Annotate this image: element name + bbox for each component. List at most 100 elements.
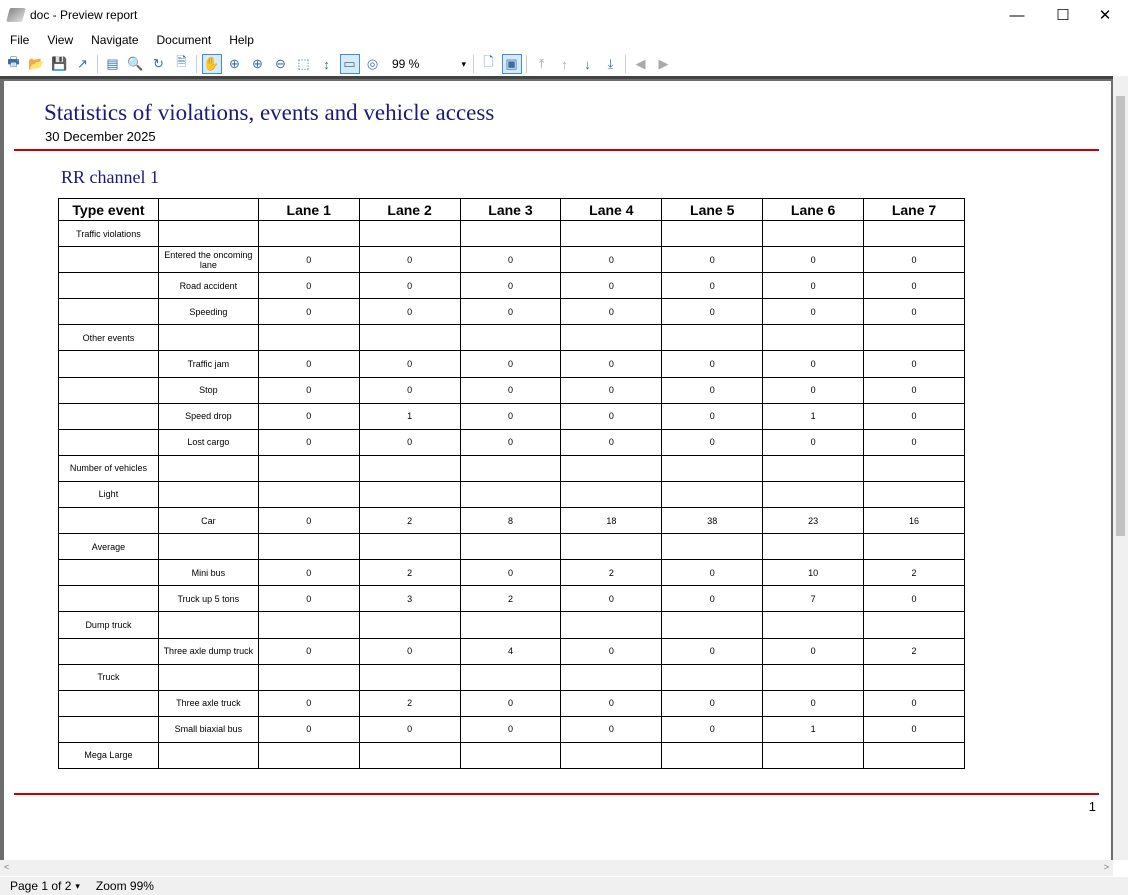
event-subtype-cell: [157, 324, 259, 352]
menu-document[interactable]: Document: [147, 31, 220, 51]
next-page-icon[interactable]: ↓: [578, 54, 598, 74]
lane-value-cell: 0: [257, 585, 360, 613]
lane-value-cell: 0: [661, 689, 764, 717]
scroll-thumb[interactable]: [1116, 96, 1125, 536]
lane-value-cell: 0: [661, 376, 764, 404]
multi-page-icon[interactable]: ▣: [501, 54, 522, 74]
scroll-right-icon[interactable]: >: [1104, 862, 1109, 872]
event-subtype-cell: Mini bus: [157, 559, 259, 587]
event-type-cell: Dump truck: [58, 611, 159, 639]
fit-page-icon[interactable]: ▭: [339, 54, 360, 74]
event-subtype-cell: [157, 663, 259, 691]
preview-icon[interactable]: 🗎: [172, 54, 192, 74]
scroll-left-icon[interactable]: <: [4, 862, 9, 872]
lane-value-cell: 0: [863, 402, 965, 430]
lane-value-cell: [762, 741, 865, 769]
lane-value-cell: [762, 454, 865, 482]
table-row: Small biaxial bus 0 0 0 0 0 1 0: [58, 715, 965, 743]
lane-value-cell: 0: [762, 350, 865, 378]
first-page-icon[interactable]: ⤒: [532, 54, 552, 74]
table-row: Speeding 0 0 0 0 0 0 0: [58, 298, 965, 326]
zoom-100-icon[interactable]: ◎: [363, 54, 383, 74]
app-icon: [6, 8, 26, 22]
lane-value-cell: 0: [560, 585, 663, 613]
lane-value-cell: [358, 741, 461, 769]
event-type-cell: [58, 298, 159, 326]
zoom-out-icon[interactable]: ⊖: [271, 54, 291, 74]
lane-value-cell: [863, 741, 965, 769]
lane-value-cell: [762, 611, 865, 639]
event-type-cell: Traffic violations: [58, 219, 159, 248]
channel-heading: RR channel 1: [61, 167, 159, 187]
menu-file[interactable]: File: [0, 31, 37, 51]
window-title: doc - Preview report: [30, 8, 138, 22]
zoom-in-icon[interactable]: ⊕: [248, 54, 268, 74]
lane-value-cell: 0: [863, 350, 965, 378]
zoom-icon[interactable]: ⊕: [225, 54, 245, 74]
page-indicator[interactable]: Page 1 of 2: [10, 879, 71, 893]
horizontal-scrollbar[interactable]: < >: [0, 860, 1113, 876]
lane-value-cell: [863, 454, 965, 482]
zoom-dropdown-icon[interactable]: ▾: [461, 59, 466, 70]
export-icon[interactable]: ↗: [73, 54, 93, 74]
table-row: Number of vehicles: [58, 454, 965, 482]
lane-value-cell: 0: [257, 350, 360, 378]
lane-value-cell: [257, 663, 360, 691]
open-icon[interactable]: 📂: [27, 54, 47, 74]
column-header: Lane 4: [560, 198, 663, 221]
table-row: Road accident 0 0 0 0 0 0 0: [58, 272, 965, 300]
report-page: Statistics of violations, events and veh…: [4, 81, 1111, 871]
table-row: Lost cargo 0 0 0 0 0 0 0: [58, 428, 965, 456]
menu-help[interactable]: Help: [219, 31, 262, 51]
lane-value-cell: [459, 611, 562, 639]
vertical-scrollbar[interactable]: [1113, 76, 1128, 860]
preview-area: Statistics of violations, events and veh…: [0, 76, 1113, 871]
lane-value-cell: 0: [762, 689, 865, 717]
back-icon[interactable]: ◀: [631, 54, 651, 74]
table-row: Traffic jam 0 0 0 0 0 0 0: [58, 350, 965, 378]
lane-value-cell: [257, 611, 360, 639]
maximize-button[interactable]: ☐: [1040, 0, 1086, 30]
save-icon[interactable]: 💾: [50, 54, 70, 74]
lane-value-cell: 0: [661, 350, 764, 378]
page-setup-icon[interactable]: ▤: [103, 54, 123, 74]
lane-value-cell: [863, 611, 965, 639]
lane-value-cell: 0: [863, 298, 965, 326]
zoom-rect-icon[interactable]: ⬚: [294, 54, 314, 74]
fit-width-icon[interactable]: ↕: [317, 54, 337, 74]
lane-value-cell: 0: [257, 376, 360, 404]
page-dropdown-icon[interactable]: ▾: [75, 881, 80, 892]
menu-navigate[interactable]: Navigate: [81, 31, 146, 51]
menu-view[interactable]: View: [37, 31, 81, 51]
refresh-icon[interactable]: ↻: [149, 54, 169, 74]
lane-value-cell: 0: [661, 559, 764, 587]
close-button[interactable]: ✕: [1082, 0, 1128, 30]
lane-value-cell: [459, 454, 562, 482]
forward-icon[interactable]: ▶: [654, 54, 674, 74]
lane-value-cell: 2: [863, 637, 965, 665]
lane-value-cell: 4: [459, 637, 562, 665]
lane-value-cell: 0: [257, 428, 360, 456]
single-page-icon[interactable]: 🗋: [479, 54, 499, 74]
lane-value-cell: [257, 454, 360, 482]
lane-value-cell: 0: [560, 246, 663, 274]
print-icon[interactable]: 🖶: [4, 54, 24, 74]
lane-value-cell: [459, 324, 562, 352]
minimize-button[interactable]: —: [994, 0, 1040, 30]
table-row: Stop 0 0 0 0 0 0 0: [58, 376, 965, 404]
lane-value-cell: 23: [762, 507, 865, 535]
event-subtype-cell: Three axle truck: [157, 689, 259, 717]
lane-value-cell: 0: [459, 350, 562, 378]
lane-value-cell: [661, 324, 764, 352]
lane-value-cell: [459, 741, 562, 769]
hand-icon[interactable]: ✋: [201, 54, 222, 74]
prev-page-icon[interactable]: ↑: [555, 54, 575, 74]
zoom-status: Zoom 99%: [95, 879, 154, 893]
lane-value-cell: 0: [257, 507, 360, 535]
lane-value-cell: 0: [863, 689, 965, 717]
lane-value-cell: 0: [863, 428, 965, 456]
zoom-select[interactable]: 99 % ▾: [388, 54, 470, 74]
last-page-icon[interactable]: ⤓: [601, 54, 621, 74]
lane-value-cell: 0: [459, 715, 562, 743]
find-icon[interactable]: 🔍: [126, 54, 146, 74]
